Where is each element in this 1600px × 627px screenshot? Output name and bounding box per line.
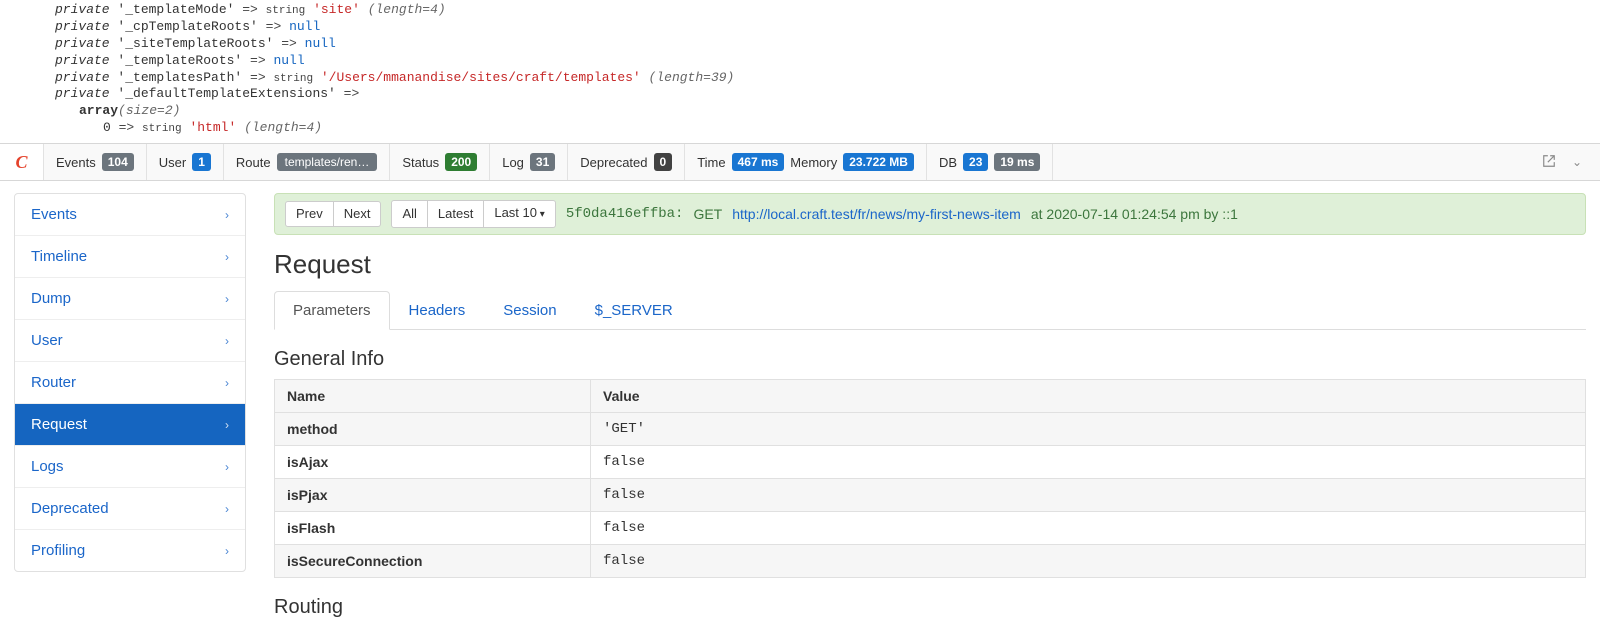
sidebar-item-events[interactable]: Events › [15, 194, 245, 236]
table-row: isSecureConnectionfalse [275, 545, 1586, 578]
chevron-right-icon: › [225, 376, 229, 390]
sidebar-item-label: Timeline [31, 248, 87, 265]
table-row: isFlashfalse [275, 512, 1586, 545]
request-url-link[interactable]: http://local.craft.test/fr/news/my-first… [732, 206, 1021, 222]
toolbar-item-status[interactable]: Status 200 [390, 144, 490, 180]
latest-button[interactable]: Latest [428, 200, 484, 228]
table-row: method'GET' [275, 413, 1586, 446]
sidebar-item-request[interactable]: Request › [15, 404, 245, 446]
last-n-dropdown[interactable]: Last 10 [484, 200, 555, 228]
toolbar-right-icons: ⌄ [1524, 144, 1600, 180]
cell-name: isSecureConnection [275, 545, 591, 578]
cell-name: isPjax [275, 479, 591, 512]
sidebar-item-deprecated[interactable]: Deprecated › [15, 488, 245, 530]
chevron-right-icon: › [225, 460, 229, 474]
chevron-right-icon: › [225, 418, 229, 432]
toolbar-item-events[interactable]: Events 104 [44, 144, 147, 180]
toolbar-logo[interactable]: C [0, 144, 44, 180]
dump-line: private '_templateMode' => string 'site'… [55, 2, 1600, 19]
dump-line: array(size=2) [55, 103, 1600, 120]
sidebar-item-label: Logs [31, 458, 64, 475]
table-row: isAjaxfalse [275, 446, 1586, 479]
cell-name: isAjax [275, 446, 591, 479]
var-dump: private '_templateMode' => string 'site'… [0, 0, 1600, 143]
chevron-right-icon: › [225, 502, 229, 516]
sidebar-item-timeline[interactable]: Timeline › [15, 236, 245, 278]
toolbar-item-deprecated[interactable]: Deprecated 0 [568, 144, 685, 180]
sidebar-item-logs[interactable]: Logs › [15, 446, 245, 488]
sidebar-item-label: Dump [31, 290, 71, 307]
sidebar-item-label: Profiling [31, 542, 85, 559]
routing-heading: Routing [274, 596, 1586, 619]
sidebar-item-profiling[interactable]: Profiling › [15, 530, 245, 571]
request-hash: 5f0da416effba: [566, 206, 684, 222]
cell-value: false [591, 545, 1586, 578]
toolbar-spacer [1053, 144, 1524, 180]
nav-prev-next: Prev Next [285, 201, 381, 227]
dump-line: private '_templatesPath' => string '/Use… [55, 70, 1600, 87]
dump-line: 0 => string 'html' (length=4) [55, 120, 1600, 137]
table-row: isPjaxfalse [275, 479, 1586, 512]
prev-button[interactable]: Prev [285, 201, 334, 227]
toolbar-item-log[interactable]: Log 31 [490, 144, 568, 180]
sidebar-item-user[interactable]: User › [15, 320, 245, 362]
general-info-table: Name Value method'GET'isAjaxfalseisPjaxf… [274, 379, 1586, 578]
dump-line: private '_templateRoots' => null [55, 53, 1600, 70]
request-status-bar: Prev Next All Latest Last 10 5f0da416eff… [274, 193, 1586, 235]
cell-name: method [275, 413, 591, 446]
cell-value: 'GET' [591, 413, 1586, 446]
chevron-right-icon: › [225, 292, 229, 306]
cell-value: false [591, 446, 1586, 479]
chevron-right-icon: › [225, 334, 229, 348]
request-tabs: ParametersHeadersSession$_SERVER [274, 290, 1586, 330]
general-info-heading: General Info [274, 348, 1586, 371]
tab-server[interactable]: $_SERVER [576, 291, 692, 330]
chevron-right-icon: › [225, 250, 229, 264]
sidebar-item-dump[interactable]: Dump › [15, 278, 245, 320]
sidebar-item-label: User [31, 332, 63, 349]
sidebar: Events›Timeline›Dump›User›Router›Request… [14, 193, 246, 572]
sidebar-item-label: Events [31, 206, 77, 223]
toolbar-item-time[interactable]: Time 467 ms Memory 23.722 MB [685, 144, 927, 180]
toolbar-item-user[interactable]: User 1 [147, 144, 224, 180]
request-method: GET [693, 206, 722, 222]
dump-line: private '_cpTemplateRoots' => null [55, 19, 1600, 36]
toolbar-item-db[interactable]: DB 23 19 ms [927, 144, 1053, 180]
chevron-right-icon: › [225, 544, 229, 558]
toolbar-item-route[interactable]: Route templates/ren… [224, 144, 390, 180]
col-value: Value [591, 380, 1586, 413]
sidebar-item-label: Deprecated [31, 500, 109, 517]
sidebar-item-label: Request [31, 416, 87, 433]
tab-headers[interactable]: Headers [390, 291, 485, 330]
all-button[interactable]: All [391, 200, 427, 228]
cell-value: false [591, 479, 1586, 512]
col-name: Name [275, 380, 591, 413]
sidebar-item-router[interactable]: Router › [15, 362, 245, 404]
tab-session[interactable]: Session [484, 291, 575, 330]
dump-line: private '_defaultTemplateExtensions' => [55, 86, 1600, 103]
debug-toolbar: C Events 104User 1Route templates/ren…St… [0, 143, 1600, 181]
external-link-icon[interactable] [1542, 154, 1556, 171]
request-meta: at 2020-07-14 01:24:54 pm by ::1 [1031, 206, 1238, 222]
dump-line: private '_siteTemplateRoots' => null [55, 36, 1600, 53]
main-panel: Prev Next All Latest Last 10 5f0da416eff… [274, 193, 1586, 627]
next-button[interactable]: Next [334, 201, 382, 227]
page-title: Request [274, 249, 1586, 280]
nav-filter-group: All Latest Last 10 [391, 200, 555, 228]
chevron-down-icon[interactable]: ⌄ [1572, 155, 1582, 169]
cell-value: false [591, 512, 1586, 545]
tab-parameters[interactable]: Parameters [274, 291, 390, 330]
sidebar-item-label: Router [31, 374, 76, 391]
cell-name: isFlash [275, 512, 591, 545]
chevron-right-icon: › [225, 208, 229, 222]
